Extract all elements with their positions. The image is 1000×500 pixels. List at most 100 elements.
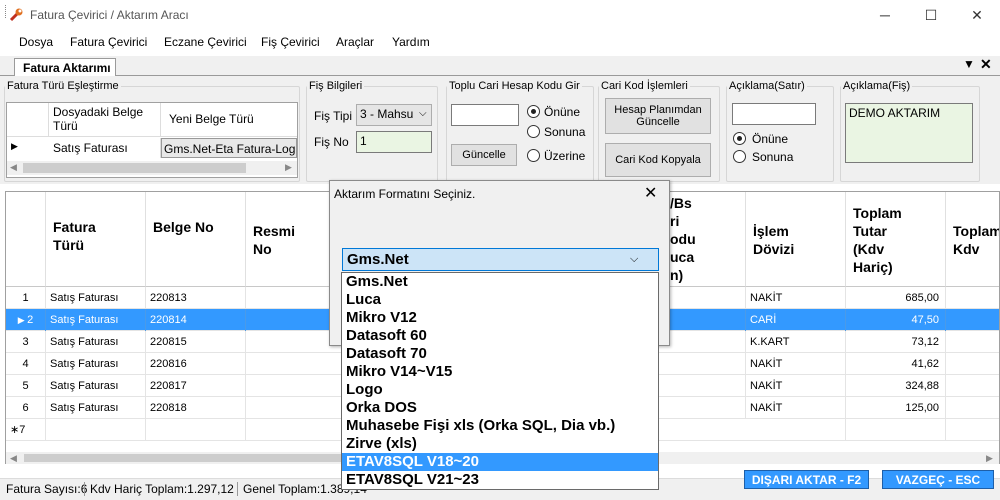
cell-belge-no[interactable]: 220817 — [146, 375, 246, 397]
row-number[interactable]: 4 — [6, 353, 46, 375]
minimize-button[interactable]: ─ — [862, 0, 908, 30]
format-dropdown-list[interactable]: Gms.Net Luca Mikro V12 Datasoft 60 Datasoft … — [341, 272, 659, 490]
cell-toplam-kdv[interactable] — [946, 397, 999, 419]
format-option[interactable]: ETAV8SQL V21~23 — [342, 471, 658, 489]
format-option[interactable]: ETAV8SQL V18~20 — [342, 453, 658, 471]
new-row-cell[interactable] — [146, 419, 246, 441]
scroll-left-icon[interactable]: ◀ — [10, 162, 17, 173]
cell-islem-dovizi[interactable]: NAKİT — [746, 397, 846, 419]
cell-toplam-tutar[interactable]: 41,62 — [846, 353, 946, 375]
cell-toplam-kdv[interactable] — [946, 309, 999, 331]
format-option[interactable]: Datasoft 70 — [342, 345, 658, 363]
menu-fatura-cevirici[interactable]: Fatura Çevirici — [70, 35, 147, 49]
row-number[interactable]: ▶ 2 — [6, 309, 46, 331]
cell-resmi-no[interactable] — [246, 375, 346, 397]
menu-eczane-cevirici[interactable]: Eczane Çevirici — [164, 35, 247, 49]
chevron-down-icon[interactable]: ⌵ — [630, 253, 638, 266]
toplu-onune-radio[interactable] — [527, 105, 540, 118]
cell-islem-dovizi[interactable]: NAKİT — [746, 353, 846, 375]
cell-fatura-turu[interactable]: Satış Faturası — [46, 309, 146, 331]
new-row-cell[interactable] — [246, 419, 346, 441]
cell-resmi-no[interactable] — [246, 397, 346, 419]
cell-islem-dovizi[interactable]: NAKİT — [746, 287, 846, 309]
cell-toplam-kdv[interactable] — [946, 353, 999, 375]
cell-fatura-turu[interactable]: Satış Faturası — [46, 287, 146, 309]
col-fatura-turu[interactable]: Fatura Türü — [46, 192, 146, 287]
maximize-button[interactable]: ☐ — [908, 0, 954, 30]
cell-toplam-tutar[interactable]: 47,50 — [846, 309, 946, 331]
row-number[interactable]: 1 — [6, 287, 46, 309]
row-number[interactable]: 3 — [6, 331, 46, 353]
mapping-hscroll[interactable]: ◀ ▶ — [7, 161, 297, 175]
cell-belge-no[interactable]: 220818 — [146, 397, 246, 419]
aciklama-fis-textarea[interactable]: DEMO AKTARIM — [845, 103, 973, 163]
format-option[interactable]: Orka DOS — [342, 399, 658, 417]
format-option[interactable]: Mikro V12 — [342, 309, 658, 327]
cell-belge-no[interactable]: 220816 — [146, 353, 246, 375]
mapping-grid[interactable]: Dosyadaki Belge Türü Yeni Belge Türü ▶ S… — [6, 102, 298, 178]
cell-islem-dovizi[interactable]: NAKİT — [746, 375, 846, 397]
cell-toplam-kdv[interactable] — [946, 331, 999, 353]
col-belge-no[interactable]: Belge No — [146, 192, 246, 287]
cell-fatura-turu[interactable]: Satış Faturası — [46, 331, 146, 353]
tab-fatura-aktarimi[interactable]: Fatura Aktarımı — [14, 58, 116, 77]
format-option[interactable]: Mikro V14~V15 — [342, 363, 658, 381]
format-option[interactable]: Muhasebe Fişi xls (Orka SQL, Dia vb.) — [342, 417, 658, 435]
cell-toplam-tutar[interactable]: 125,00 — [846, 397, 946, 419]
new-row-cell[interactable] — [846, 419, 946, 441]
format-option[interactable]: Logo — [342, 381, 658, 399]
satir-onune-radio[interactable] — [733, 132, 746, 145]
cell-cari-kodu[interactable] — [646, 375, 746, 397]
format-option[interactable]: Datasoft 60 — [342, 327, 658, 345]
format-option[interactable]: Luca — [342, 291, 658, 309]
format-option[interactable]: Zirve (xls) — [342, 435, 658, 453]
cell-fatura-turu[interactable]: Satış Faturası — [46, 397, 146, 419]
menu-yardim[interactable]: Yardım — [392, 35, 430, 49]
menu-fis-cevirici[interactable]: Fiş Çevirici — [261, 35, 320, 49]
cell-toplam-tutar[interactable]: 324,88 — [846, 375, 946, 397]
cell-cari-kodu[interactable] — [646, 353, 746, 375]
menu-araclar[interactable]: Araçlar — [336, 35, 374, 49]
cell-islem-dovizi[interactable]: CARİ — [746, 309, 846, 331]
col-toplam-tutar[interactable]: Toplam Tutar (Kdv Hariç) — [846, 192, 946, 287]
format-option[interactable]: Gms.Net — [342, 273, 658, 291]
tab-list-chevron-icon[interactable]: ▼ — [963, 57, 975, 71]
cell-fatura-turu[interactable]: Satış Faturası — [46, 375, 146, 397]
cell-islem-dovizi[interactable]: K.KART — [746, 331, 846, 353]
cell-belge-no[interactable]: 220813 — [146, 287, 246, 309]
col-toplam-kdv[interactable]: Toplam Kdv — [946, 192, 999, 287]
hesap-plani-guncelle-button[interactable]: Hesap Planımdan Güncelle — [605, 98, 711, 134]
vazgec-button[interactable]: VAZGEÇ - ESC — [882, 470, 994, 489]
mapping-row-doc[interactable]: Satış Faturası — [49, 138, 161, 158]
close-button[interactable]: ✕ — [954, 0, 1000, 30]
toplu-code-input[interactable] — [451, 104, 519, 126]
format-combo[interactable]: Gms.Net — [342, 248, 659, 271]
aciklama-satir-input[interactable] — [732, 103, 816, 125]
scroll-left-icon[interactable]: ◀ — [10, 453, 17, 464]
col-islem-dovizi[interactable]: İşlem Dövizi — [746, 192, 846, 287]
cell-toplam-tutar[interactable]: 685,00 — [846, 287, 946, 309]
scroll-thumb[interactable] — [23, 163, 246, 173]
new-row-cell[interactable] — [46, 419, 146, 441]
toplu-uzerine-radio[interactable] — [527, 149, 540, 162]
cell-cari-kodu[interactable] — [646, 397, 746, 419]
cell-toplam-kdv[interactable] — [946, 375, 999, 397]
new-row-cell[interactable] — [746, 419, 846, 441]
cell-fatura-turu[interactable]: Satış Faturası — [46, 353, 146, 375]
mapping-row-new[interactable]: Gms.Net-Eta Fatura-Log — [161, 138, 297, 158]
satir-sonuna-radio[interactable] — [733, 150, 746, 163]
fis-tipi-select[interactable]: 3 - Mahsu ⌵ — [356, 104, 432, 126]
cari-kod-kopyala-button[interactable]: Cari Kod Kopyala — [605, 143, 711, 177]
menu-dosya[interactable]: Dosya — [19, 35, 53, 49]
guncelle-button[interactable]: Güncelle — [451, 144, 517, 166]
grid-scroll-thumb[interactable] — [24, 454, 348, 462]
disari-aktar-button[interactable]: DIŞARI AKTAR - F2 — [744, 470, 869, 489]
scroll-right-icon[interactable]: ▶ — [986, 453, 993, 464]
cell-toplam-kdv[interactable] — [946, 287, 999, 309]
toplu-sonuna-radio[interactable] — [527, 125, 540, 138]
scroll-right-icon[interactable]: ▶ — [285, 162, 292, 173]
cell-belge-no[interactable]: 220814 — [146, 309, 246, 331]
row-number[interactable]: 5 — [6, 375, 46, 397]
fis-no-input[interactable]: 1 — [356, 131, 432, 153]
tab-close-icon[interactable]: ✕ — [980, 56, 992, 73]
